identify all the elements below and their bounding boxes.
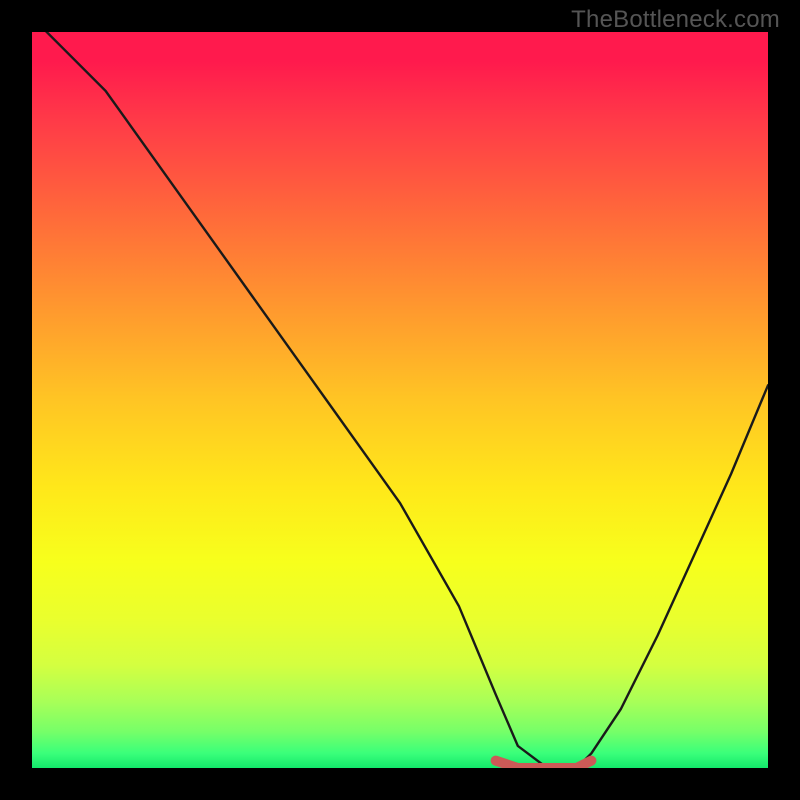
watermark-text: TheBottleneck.com [571,6,780,34]
sweet-spot-segment [496,761,592,768]
curve-layer [32,32,768,768]
chart-frame: TheBottleneck.com [0,0,800,800]
bottleneck-curve [32,32,768,768]
plot-area [32,32,768,768]
